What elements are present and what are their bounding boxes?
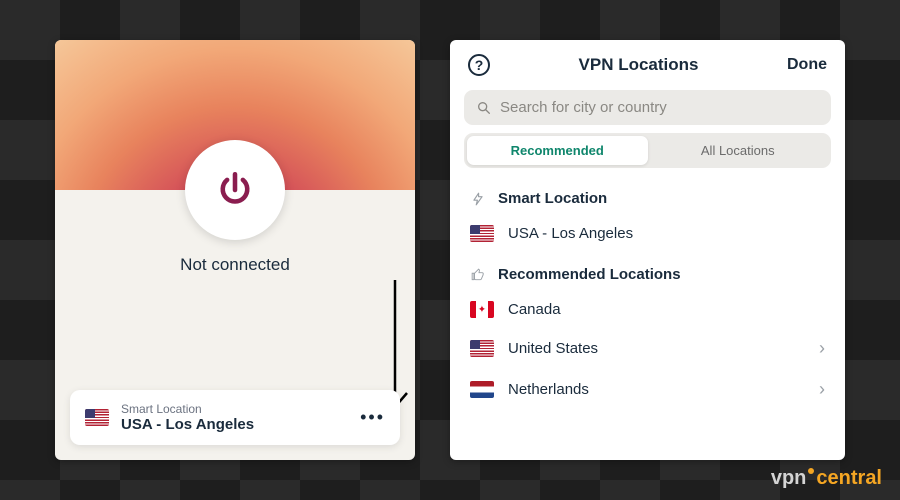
location-name: Netherlands <box>508 381 805 398</box>
usa-flag-icon <box>85 409 109 426</box>
netherlands-flag-icon <box>470 381 494 398</box>
watermark-b: central <box>816 467 882 490</box>
chevron-right-icon: › <box>819 379 825 400</box>
tab-recommended[interactable]: Recommended <box>467 136 648 165</box>
locations-header: ? VPN Locations Done <box>450 40 845 90</box>
lightning-icon <box>470 191 486 207</box>
watermark-a: vpn <box>771 467 807 490</box>
usa-flag-icon <box>470 340 494 357</box>
smart-location-row[interactable]: USA - Los Angeles <box>450 215 845 252</box>
search-bar[interactable] <box>464 90 831 125</box>
connect-panel: Not connected Smart Location USA - Los A… <box>55 40 415 460</box>
location-name: Canada <box>508 301 825 318</box>
watermark-dot-icon <box>808 468 814 474</box>
chevron-right-icon: › <box>819 338 825 359</box>
help-icon[interactable]: ? <box>468 54 490 76</box>
smart-location-header: Smart Location <box>450 176 845 215</box>
tab-all-locations[interactable]: All Locations <box>648 136 829 165</box>
location-row-us[interactable]: United States › <box>450 328 845 369</box>
done-button[interactable]: Done <box>787 56 827 74</box>
location-value: USA - Los Angeles <box>121 416 360 433</box>
power-icon <box>214 169 256 211</box>
search-input[interactable] <box>500 99 819 116</box>
recommended-label: Recommended Locations <box>498 266 681 283</box>
location-bar[interactable]: Smart Location USA - Los Angeles ••• <box>70 390 400 445</box>
location-label: Smart Location <box>121 402 360 416</box>
search-icon <box>476 100 492 116</box>
connection-status: Not connected <box>55 255 415 275</box>
power-button[interactable] <box>185 140 285 240</box>
location-row-canada[interactable]: ✦ Canada <box>450 291 845 328</box>
locations-title: VPN Locations <box>579 55 699 75</box>
watermark: vpn central <box>771 467 882 490</box>
locations-panel: ? VPN Locations Done Recommended All Loc… <box>450 40 845 460</box>
usa-flag-icon <box>470 225 494 242</box>
recommended-header: Recommended Locations <box>450 252 845 291</box>
more-icon[interactable]: ••• <box>360 407 385 428</box>
smart-location-label: Smart Location <box>498 190 607 207</box>
location-row-nl[interactable]: Netherlands › <box>450 369 845 410</box>
thumbs-up-icon <box>470 268 486 282</box>
location-name: United States <box>508 340 805 357</box>
canada-flag-icon: ✦ <box>470 301 494 318</box>
location-text: Smart Location USA - Los Angeles <box>121 402 360 433</box>
location-tabs: Recommended All Locations <box>464 133 831 168</box>
search-wrap <box>450 90 845 133</box>
smart-location-name: USA - Los Angeles <box>508 225 825 242</box>
